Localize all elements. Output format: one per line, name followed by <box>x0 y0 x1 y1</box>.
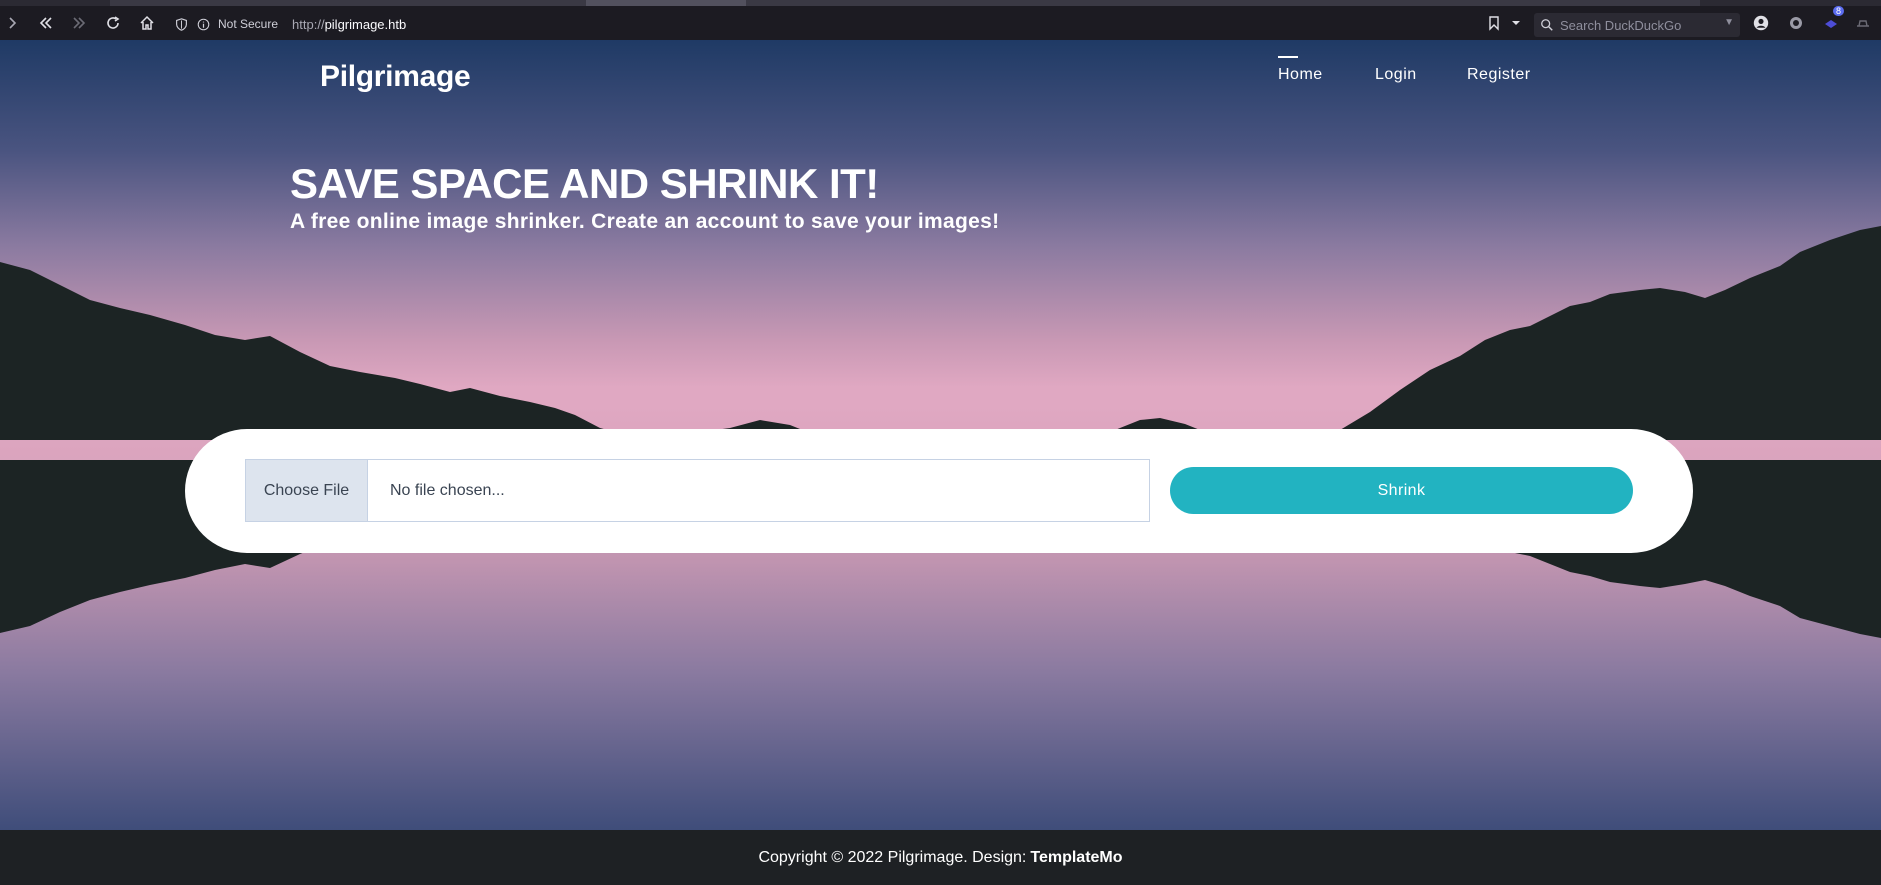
bookmark-icon[interactable] <box>1483 12 1505 34</box>
search-engine-chevron-icon[interactable]: ▼ <box>1724 17 1734 28</box>
search-placeholder: Search DuckDuckGo <box>1560 17 1682 33</box>
site-info-icon[interactable] <box>194 15 212 33</box>
back-icon[interactable] <box>35 12 57 34</box>
choose-file-button[interactable]: Choose File <box>246 460 368 521</box>
tracking-shield-icon[interactable] <box>172 15 190 33</box>
extension-badge: 8 <box>1832 6 1844 16</box>
footer-copyright: Copyright © 2022 Pilgrimage. Design: <box>758 848 1027 866</box>
hero-subtitle: A free online image shrinker. Create an … <box>290 210 1000 233</box>
home-icon[interactable] <box>136 12 158 34</box>
search-icon <box>1541 19 1553 31</box>
nav-home-link[interactable]: Home <box>1278 56 1323 84</box>
nav-login-link[interactable]: Login <box>1375 66 1417 84</box>
url-bar[interactable]: Not Secure http://pilgrimage.htb <box>168 12 1518 36</box>
extension-circle-icon[interactable] <box>1785 12 1807 34</box>
upload-form: Choose File No file chosen... Shrink <box>185 429 1693 553</box>
hero-title: SAVE SPACE AND SHRINK IT! <box>290 160 879 207</box>
page-viewport: Pilgrimage Home Login Register SAVE SPAC… <box>0 40 1881 830</box>
url-protocol: http:// <box>292 16 325 32</box>
site-navbar: Pilgrimage Home Login Register <box>320 54 1582 100</box>
file-input-group[interactable]: Choose File No file chosen... <box>245 459 1150 522</box>
not-secure-label: Not Secure <box>218 17 279 31</box>
nav-register-link[interactable]: Register <box>1467 66 1531 84</box>
url-host: pilgrimage.htb <box>324 16 407 32</box>
shrink-button[interactable]: Shrink <box>1170 467 1633 514</box>
site-footer: Copyright © 2022 Pilgrimage. Design: Tem… <box>0 830 1881 885</box>
account-avatar-icon[interactable] <box>1750 12 1772 34</box>
reload-icon[interactable] <box>102 12 124 34</box>
url-text[interactable]: http://pilgrimage.htb <box>292 17 406 32</box>
search-input[interactable]: Search DuckDuckGo ▼ <box>1534 13 1740 37</box>
sidebar-toggle-icon[interactable] <box>2 12 24 34</box>
chevron-down-icon[interactable] <box>1505 12 1527 34</box>
site-brand-logo[interactable]: Pilgrimage <box>320 60 471 94</box>
forward-icon[interactable] <box>68 12 90 34</box>
hat-icon[interactable] <box>1852 12 1874 34</box>
footer-designer-link[interactable]: TemplateMo <box>1030 849 1122 867</box>
browser-toolbar: Not Secure http://pilgrimage.htb Search … <box>0 6 1881 40</box>
extension-puzzle-icon[interactable]: 8 <box>1820 6 1844 34</box>
file-status-label[interactable]: No file chosen... <box>368 460 1149 521</box>
